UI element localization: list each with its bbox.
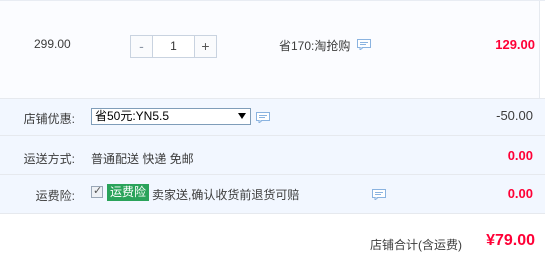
dropdown-arrow-icon	[238, 113, 246, 119]
item-subtotal: 129.00	[495, 37, 535, 52]
divider	[0, 213, 545, 214]
item-unit-price: 299.00	[34, 37, 71, 51]
store-total-value: ¥79.00	[486, 232, 535, 249]
chat-icon[interactable]	[357, 39, 371, 50]
quantity-increase-button[interactable]: +	[194, 36, 216, 57]
chat-icon[interactable]	[256, 112, 270, 123]
promotion-text: 省170:淘抢购	[279, 39, 351, 53]
coupon-select-value: 省50元:YN5.5	[95, 109, 170, 123]
shipping-label: 运送方式:	[23, 152, 75, 166]
insurance-label: 运费险:	[35, 189, 75, 203]
coupon-select[interactable]: 省50元:YN5.5	[91, 108, 251, 125]
shipping-row	[0, 136, 545, 174]
chat-icon[interactable]	[372, 189, 386, 200]
insurance-description: 卖家送,确认收货前退货可赔	[152, 188, 300, 202]
divider	[539, 1, 545, 99]
shipping-method: 普通配送 快递 免邮	[91, 152, 194, 166]
checkbox-tick-icon: ✓	[93, 185, 103, 197]
quantity-input[interactable]: 1	[153, 36, 194, 57]
quantity-stepper[interactable]: - 1 +	[130, 35, 217, 58]
insurance-badge: 运费险	[107, 184, 150, 201]
shipping-value: 0.00	[507, 148, 533, 163]
store-discount-row	[0, 99, 545, 135]
cart-item-row: 299.00 - 1 + 省170:淘抢购 129.00	[0, 0, 545, 99]
quantity-decrease-button[interactable]: -	[131, 36, 153, 57]
insurance-value: 0.00	[507, 186, 533, 201]
insurance-checkbox[interactable]: ✓	[91, 185, 103, 198]
store-total-label: 店铺合计(含运费)	[370, 238, 462, 252]
store-discount-label: 店铺优惠:	[23, 112, 75, 126]
store-discount-value: -50.00	[496, 108, 533, 123]
